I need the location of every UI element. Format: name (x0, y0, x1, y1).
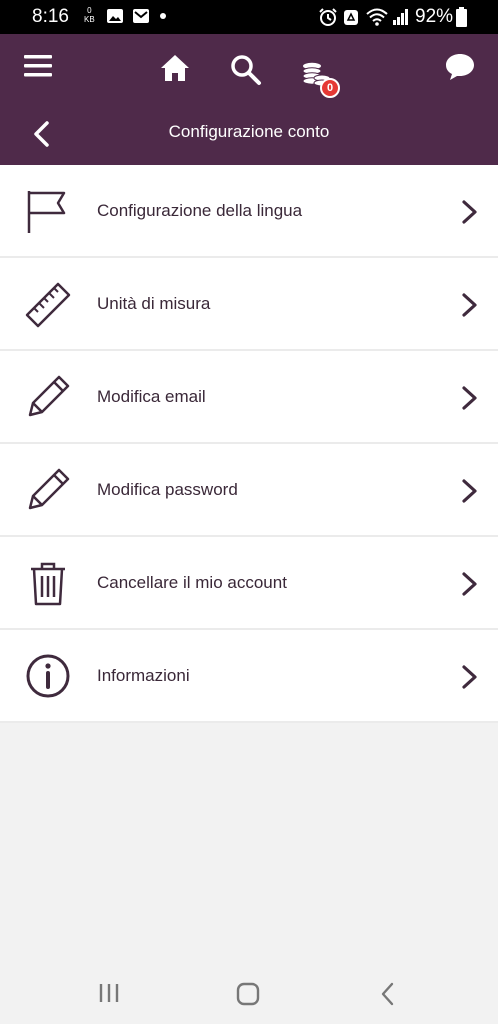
info-icon (26, 654, 70, 698)
wifi-icon (366, 8, 388, 26)
ruler-icon (25, 282, 71, 328)
menu-item-label: Unità di misura (97, 294, 211, 313)
menu-item-label: Modifica email (97, 387, 206, 406)
menu-item-label: Modifica password (97, 480, 238, 499)
pencil-icon (28, 468, 70, 510)
home-icon[interactable] (160, 54, 190, 82)
mail-icon (133, 9, 149, 23)
menu-item-label: Informazioni (97, 666, 190, 685)
alarm-icon (319, 8, 337, 26)
menu-item-edit-email[interactable]: Modifica email (0, 351, 498, 444)
data-rate-value: 0 (87, 6, 92, 15)
back-button-icon[interactable] (378, 982, 398, 1006)
menu-item-edit-password[interactable]: Modifica password (0, 444, 498, 537)
status-time: 8:16 (32, 6, 69, 27)
menu-item-units[interactable]: Unità di misura (0, 258, 498, 351)
settings-list: Configurazione della lingua Unità di mis… (0, 165, 498, 723)
chevron-right-icon (462, 386, 477, 410)
chevron-right-icon (462, 572, 477, 596)
menu-item-delete-account[interactable]: Cancellare il mio account (0, 537, 498, 630)
menu-item-label: Configurazione della lingua (97, 201, 303, 220)
pencil-icon (28, 375, 70, 417)
app-header: 0 Configurazione conto (0, 34, 498, 165)
trash-icon (31, 562, 65, 606)
menu-item-language[interactable]: Configurazione della lingua (0, 165, 498, 258)
signal-icon (393, 9, 408, 25)
chevron-right-icon (462, 293, 477, 317)
flag-icon (27, 191, 66, 233)
chevron-right-icon (462, 479, 477, 503)
system-nav-bar (0, 962, 498, 1024)
menu-item-info[interactable]: Informazioni (0, 630, 498, 723)
data-rate: 0 KB (84, 6, 95, 24)
coins-badge: 0 (320, 78, 340, 98)
dot-icon (160, 13, 166, 19)
battery-percent: 92% (415, 6, 454, 27)
search-icon[interactable] (230, 54, 262, 86)
recycle-icon (344, 10, 358, 25)
battery-icon (456, 7, 467, 27)
chevron-right-icon (462, 200, 477, 224)
chat-icon[interactable] (444, 52, 476, 82)
page-title: Configurazione conto (168, 122, 330, 141)
menu-item-label: Cancellare il mio account (97, 573, 287, 592)
menu-icon[interactable] (24, 54, 54, 78)
recent-apps-icon[interactable] (98, 982, 122, 1004)
status-bar: 8:16 0 KB 92% (0, 0, 498, 34)
image-icon (107, 9, 123, 23)
chevron-right-icon (462, 665, 477, 689)
home-button-icon[interactable] (236, 982, 262, 1006)
data-rate-unit: KB (84, 15, 95, 24)
